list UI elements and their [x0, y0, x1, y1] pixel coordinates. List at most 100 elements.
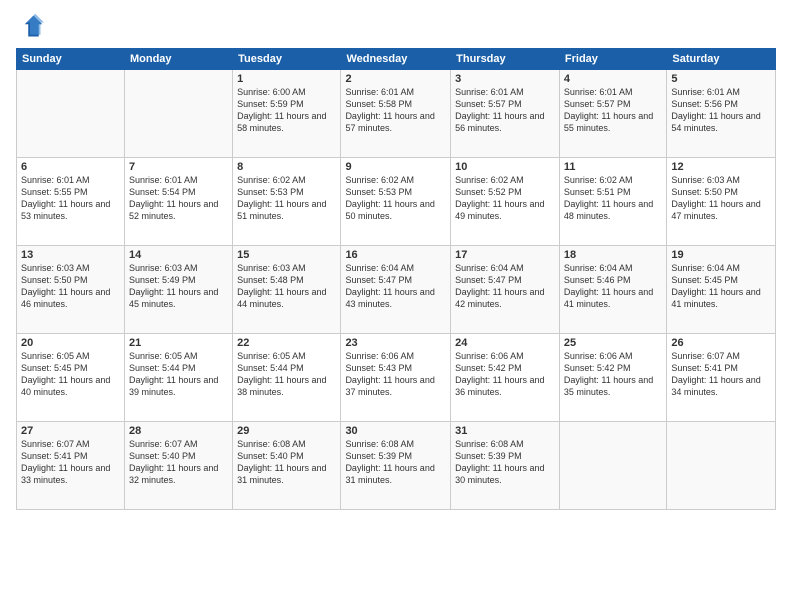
- day-number: 25: [564, 337, 662, 349]
- day-number: 20: [21, 337, 120, 349]
- day-cell: 15Sunrise: 6:03 AM Sunset: 5:48 PM Dayli…: [233, 246, 341, 334]
- day-info: Sunrise: 6:01 AM Sunset: 5:56 PM Dayligh…: [671, 86, 771, 135]
- day-info: Sunrise: 6:02 AM Sunset: 5:53 PM Dayligh…: [345, 174, 446, 223]
- day-info: Sunrise: 6:05 AM Sunset: 5:44 PM Dayligh…: [129, 350, 228, 399]
- day-cell: 11Sunrise: 6:02 AM Sunset: 5:51 PM Dayli…: [559, 158, 666, 246]
- day-number: 8: [237, 161, 336, 173]
- day-cell: 8Sunrise: 6:02 AM Sunset: 5:53 PM Daylig…: [233, 158, 341, 246]
- day-cell: 5Sunrise: 6:01 AM Sunset: 5:56 PM Daylig…: [667, 70, 776, 158]
- day-cell: 14Sunrise: 6:03 AM Sunset: 5:49 PM Dayli…: [124, 246, 232, 334]
- day-number: 10: [455, 161, 555, 173]
- day-number: 27: [21, 425, 120, 437]
- day-info: Sunrise: 6:01 AM Sunset: 5:55 PM Dayligh…: [21, 174, 120, 223]
- calendar-header-row: SundayMondayTuesdayWednesdayThursdayFrid…: [17, 49, 776, 70]
- day-number: 26: [671, 337, 771, 349]
- day-cell: 6Sunrise: 6:01 AM Sunset: 5:55 PM Daylig…: [17, 158, 125, 246]
- day-number: 16: [345, 249, 446, 261]
- day-cell: [124, 70, 232, 158]
- day-info: Sunrise: 6:01 AM Sunset: 5:57 PM Dayligh…: [564, 86, 662, 135]
- day-cell: 1Sunrise: 6:00 AM Sunset: 5:59 PM Daylig…: [233, 70, 341, 158]
- day-number: 30: [345, 425, 446, 437]
- day-number: 12: [671, 161, 771, 173]
- day-number: 14: [129, 249, 228, 261]
- day-info: Sunrise: 6:08 AM Sunset: 5:40 PM Dayligh…: [237, 438, 336, 487]
- day-number: 2: [345, 73, 446, 85]
- day-number: 7: [129, 161, 228, 173]
- day-cell: 4Sunrise: 6:01 AM Sunset: 5:57 PM Daylig…: [559, 70, 666, 158]
- day-info: Sunrise: 6:05 AM Sunset: 5:44 PM Dayligh…: [237, 350, 336, 399]
- day-info: Sunrise: 6:03 AM Sunset: 5:50 PM Dayligh…: [21, 262, 120, 311]
- week-row-2: 6Sunrise: 6:01 AM Sunset: 5:55 PM Daylig…: [17, 158, 776, 246]
- day-cell: 24Sunrise: 6:06 AM Sunset: 5:42 PM Dayli…: [451, 334, 560, 422]
- day-cell: 22Sunrise: 6:05 AM Sunset: 5:44 PM Dayli…: [233, 334, 341, 422]
- day-cell: 3Sunrise: 6:01 AM Sunset: 5:57 PM Daylig…: [451, 70, 560, 158]
- day-number: 1: [237, 73, 336, 85]
- day-number: 18: [564, 249, 662, 261]
- day-info: Sunrise: 6:04 AM Sunset: 5:46 PM Dayligh…: [564, 262, 662, 311]
- day-cell: 21Sunrise: 6:05 AM Sunset: 5:44 PM Dayli…: [124, 334, 232, 422]
- day-cell: 16Sunrise: 6:04 AM Sunset: 5:47 PM Dayli…: [341, 246, 451, 334]
- day-number: 23: [345, 337, 446, 349]
- day-info: Sunrise: 6:06 AM Sunset: 5:42 PM Dayligh…: [564, 350, 662, 399]
- day-number: 15: [237, 249, 336, 261]
- day-cell: 13Sunrise: 6:03 AM Sunset: 5:50 PM Dayli…: [17, 246, 125, 334]
- week-row-5: 27Sunrise: 6:07 AM Sunset: 5:41 PM Dayli…: [17, 422, 776, 510]
- day-number: 13: [21, 249, 120, 261]
- day-cell: 27Sunrise: 6:07 AM Sunset: 5:41 PM Dayli…: [17, 422, 125, 510]
- week-row-1: 1Sunrise: 6:00 AM Sunset: 5:59 PM Daylig…: [17, 70, 776, 158]
- day-number: 29: [237, 425, 336, 437]
- day-number: 21: [129, 337, 228, 349]
- day-cell: 31Sunrise: 6:08 AM Sunset: 5:39 PM Dayli…: [451, 422, 560, 510]
- day-number: 24: [455, 337, 555, 349]
- day-header-sunday: Sunday: [17, 49, 125, 70]
- day-header-thursday: Thursday: [451, 49, 560, 70]
- day-number: 4: [564, 73, 662, 85]
- day-header-wednesday: Wednesday: [341, 49, 451, 70]
- day-info: Sunrise: 6:03 AM Sunset: 5:49 PM Dayligh…: [129, 262, 228, 311]
- day-number: 3: [455, 73, 555, 85]
- calendar-table: SundayMondayTuesdayWednesdayThursdayFrid…: [16, 48, 776, 510]
- day-cell: [17, 70, 125, 158]
- day-info: Sunrise: 6:02 AM Sunset: 5:52 PM Dayligh…: [455, 174, 555, 223]
- header: [16, 12, 776, 40]
- day-header-tuesday: Tuesday: [233, 49, 341, 70]
- day-number: 11: [564, 161, 662, 173]
- day-cell: 12Sunrise: 6:03 AM Sunset: 5:50 PM Dayli…: [667, 158, 776, 246]
- day-info: Sunrise: 6:08 AM Sunset: 5:39 PM Dayligh…: [455, 438, 555, 487]
- day-info: Sunrise: 6:00 AM Sunset: 5:59 PM Dayligh…: [237, 86, 336, 135]
- day-info: Sunrise: 6:02 AM Sunset: 5:51 PM Dayligh…: [564, 174, 662, 223]
- day-number: 9: [345, 161, 446, 173]
- day-cell: 10Sunrise: 6:02 AM Sunset: 5:52 PM Dayli…: [451, 158, 560, 246]
- day-cell: 28Sunrise: 6:07 AM Sunset: 5:40 PM Dayli…: [124, 422, 232, 510]
- day-cell: 30Sunrise: 6:08 AM Sunset: 5:39 PM Dayli…: [341, 422, 451, 510]
- day-number: 19: [671, 249, 771, 261]
- day-cell: 19Sunrise: 6:04 AM Sunset: 5:45 PM Dayli…: [667, 246, 776, 334]
- day-cell: 25Sunrise: 6:06 AM Sunset: 5:42 PM Dayli…: [559, 334, 666, 422]
- day-cell: 23Sunrise: 6:06 AM Sunset: 5:43 PM Dayli…: [341, 334, 451, 422]
- day-number: 22: [237, 337, 336, 349]
- week-row-4: 20Sunrise: 6:05 AM Sunset: 5:45 PM Dayli…: [17, 334, 776, 422]
- day-info: Sunrise: 6:08 AM Sunset: 5:39 PM Dayligh…: [345, 438, 446, 487]
- day-info: Sunrise: 6:01 AM Sunset: 5:58 PM Dayligh…: [345, 86, 446, 135]
- logo: [16, 12, 48, 40]
- day-info: Sunrise: 6:02 AM Sunset: 5:53 PM Dayligh…: [237, 174, 336, 223]
- day-info: Sunrise: 6:04 AM Sunset: 5:47 PM Dayligh…: [455, 262, 555, 311]
- day-number: 5: [671, 73, 771, 85]
- day-cell: 2Sunrise: 6:01 AM Sunset: 5:58 PM Daylig…: [341, 70, 451, 158]
- week-row-3: 13Sunrise: 6:03 AM Sunset: 5:50 PM Dayli…: [17, 246, 776, 334]
- day-info: Sunrise: 6:01 AM Sunset: 5:54 PM Dayligh…: [129, 174, 228, 223]
- day-header-monday: Monday: [124, 49, 232, 70]
- day-info: Sunrise: 6:01 AM Sunset: 5:57 PM Dayligh…: [455, 86, 555, 135]
- day-info: Sunrise: 6:06 AM Sunset: 5:43 PM Dayligh…: [345, 350, 446, 399]
- logo-icon: [16, 12, 44, 40]
- day-info: Sunrise: 6:03 AM Sunset: 5:50 PM Dayligh…: [671, 174, 771, 223]
- day-number: 28: [129, 425, 228, 437]
- day-cell: 18Sunrise: 6:04 AM Sunset: 5:46 PM Dayli…: [559, 246, 666, 334]
- day-cell: [559, 422, 666, 510]
- day-cell: 29Sunrise: 6:08 AM Sunset: 5:40 PM Dayli…: [233, 422, 341, 510]
- day-cell: 20Sunrise: 6:05 AM Sunset: 5:45 PM Dayli…: [17, 334, 125, 422]
- day-info: Sunrise: 6:03 AM Sunset: 5:48 PM Dayligh…: [237, 262, 336, 311]
- day-cell: 9Sunrise: 6:02 AM Sunset: 5:53 PM Daylig…: [341, 158, 451, 246]
- day-info: Sunrise: 6:05 AM Sunset: 5:45 PM Dayligh…: [21, 350, 120, 399]
- day-cell: 7Sunrise: 6:01 AM Sunset: 5:54 PM Daylig…: [124, 158, 232, 246]
